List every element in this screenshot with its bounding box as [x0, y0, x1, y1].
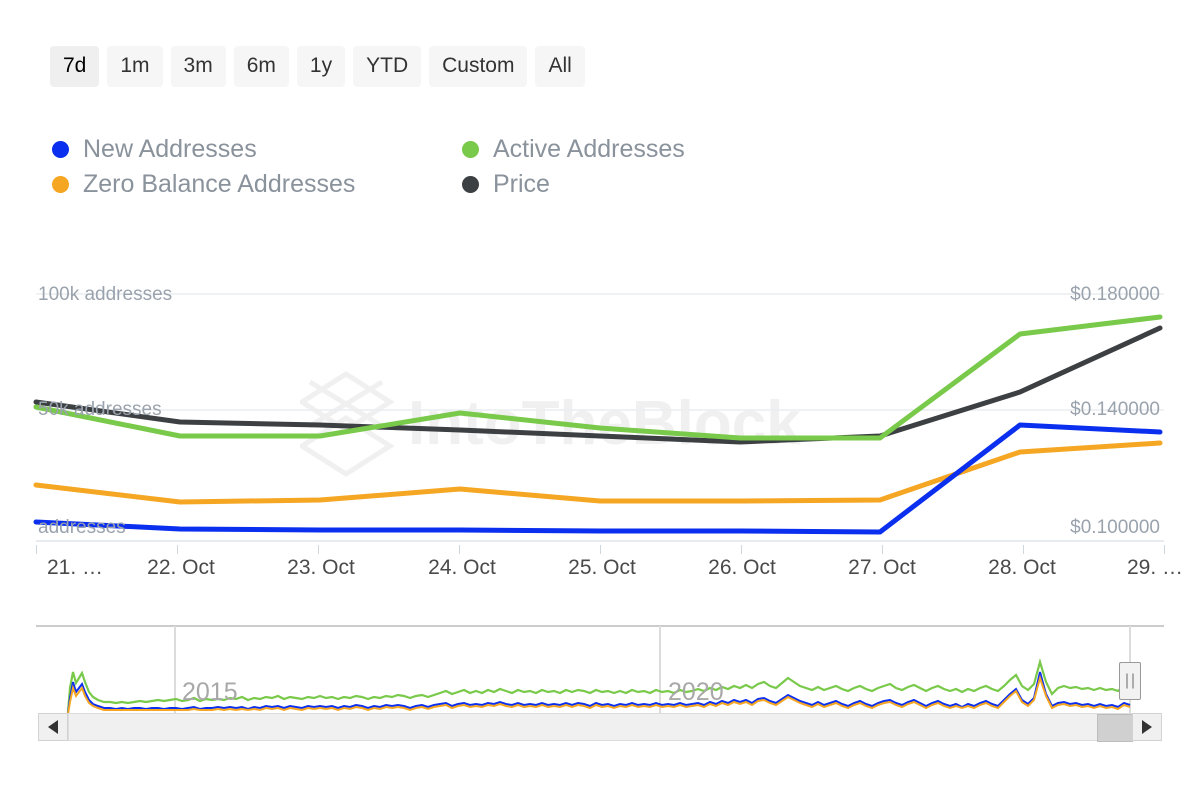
range-button-ytd[interactable]: YTD: [353, 46, 422, 87]
xaxis-label-27-oct: 27. Oct: [848, 556, 916, 579]
xaxis-tick-mark: [882, 545, 883, 554]
scroll-right-button[interactable]: [1132, 713, 1162, 741]
xaxis-tick-mark: [600, 545, 601, 554]
triangle-left-icon: [48, 720, 58, 734]
range-selector: 7d 1m 3m 6m 1y YTD Custom All: [50, 46, 585, 87]
xaxis-tick-mark: [318, 545, 319, 554]
xaxis-label-26-oct: 26. Oct: [708, 556, 776, 579]
range-button-custom[interactable]: Custom: [429, 46, 528, 87]
legend-item-zero-balance-addresses[interactable]: Zero Balance Addresses: [52, 172, 462, 197]
series-line-active-addresses: [33, 314, 1163, 441]
xaxis-label-25-oct: 25. Oct: [568, 556, 636, 579]
legend-label-new-addresses: New Addresses: [83, 135, 257, 163]
range-button-7d[interactable]: 7d: [50, 46, 100, 87]
chart-lines-svg: [33, 293, 1164, 542]
legend-dot-icon-price: [462, 176, 479, 193]
legend-item-new-addresses[interactable]: New Addresses: [52, 137, 462, 162]
chart-page: 7d 1m 3m 6m 1y YTD Custom All New Addres…: [0, 0, 1200, 800]
series-line-zero-balance-addresses: [33, 440, 1163, 505]
chart-plot-area[interactable]: IntoTheBlock 100k addresses 50k addresse…: [0, 270, 1200, 560]
series-line-new-addresses: [33, 422, 1163, 535]
scrollbar-track[interactable]: [68, 713, 1133, 742]
range-button-all[interactable]: All: [535, 46, 585, 87]
xaxis-label-23-oct: 23. Oct: [287, 556, 355, 579]
series-line-price: [33, 325, 1163, 445]
chart-scrollbar[interactable]: [38, 713, 1162, 742]
xaxis-label-28-oct: 28. Oct: [988, 556, 1056, 579]
range-button-1m[interactable]: 1m: [107, 46, 163, 87]
xaxis-label-24-oct: 24. Oct: [428, 556, 496, 579]
xaxis-tick-mark: [177, 545, 178, 554]
chart-legend: New Addresses Active Addresses Zero Bala…: [52, 132, 772, 202]
navigator-svg[interactable]: [0, 620, 1200, 720]
chart-x-axis: 21. … 22. Oct 23. Oct 24. Oct 25. Oct 26…: [0, 545, 1200, 591]
legend-label-active-addresses: Active Addresses: [493, 135, 685, 163]
handle-grip-icon: [1126, 673, 1134, 689]
xaxis-label-22-oct: 22. Oct: [147, 556, 215, 579]
triangle-right-icon: [1142, 720, 1152, 734]
legend-dot-icon-active-addresses: [462, 141, 479, 158]
range-button-6m[interactable]: 6m: [233, 46, 289, 87]
scrollbar-thumb[interactable]: [1097, 714, 1133, 742]
legend-label-zero-balance-addresses: Zero Balance Addresses: [83, 170, 356, 198]
range-button-3m[interactable]: 3m: [170, 46, 226, 87]
xaxis-tick-mark: [1023, 545, 1024, 554]
xaxis-tick-mark: [36, 545, 37, 554]
xaxis-tick-mark: [459, 545, 460, 554]
scroll-left-button[interactable]: [38, 713, 68, 741]
xaxis-tick-mark: [1164, 545, 1165, 554]
chart-navigator[interactable]: 2015 2020: [0, 620, 1200, 720]
range-button-1y[interactable]: 1y: [296, 46, 346, 87]
xaxis-tick-mark: [741, 545, 742, 554]
legend-label-price: Price: [493, 170, 550, 198]
xaxis-label-21: 21. …: [46, 556, 104, 579]
legend-item-active-addresses[interactable]: Active Addresses: [462, 137, 772, 162]
xaxis-label-29: 29. …: [1126, 556, 1184, 579]
legend-item-price[interactable]: Price: [462, 172, 772, 197]
legend-dot-icon-new-addresses: [52, 141, 69, 158]
navigator-right-handle[interactable]: [1119, 662, 1141, 700]
legend-dot-icon-zero-balance-addresses: [52, 176, 69, 193]
navigator-series-zero-balance-addresses: [67, 674, 1131, 715]
